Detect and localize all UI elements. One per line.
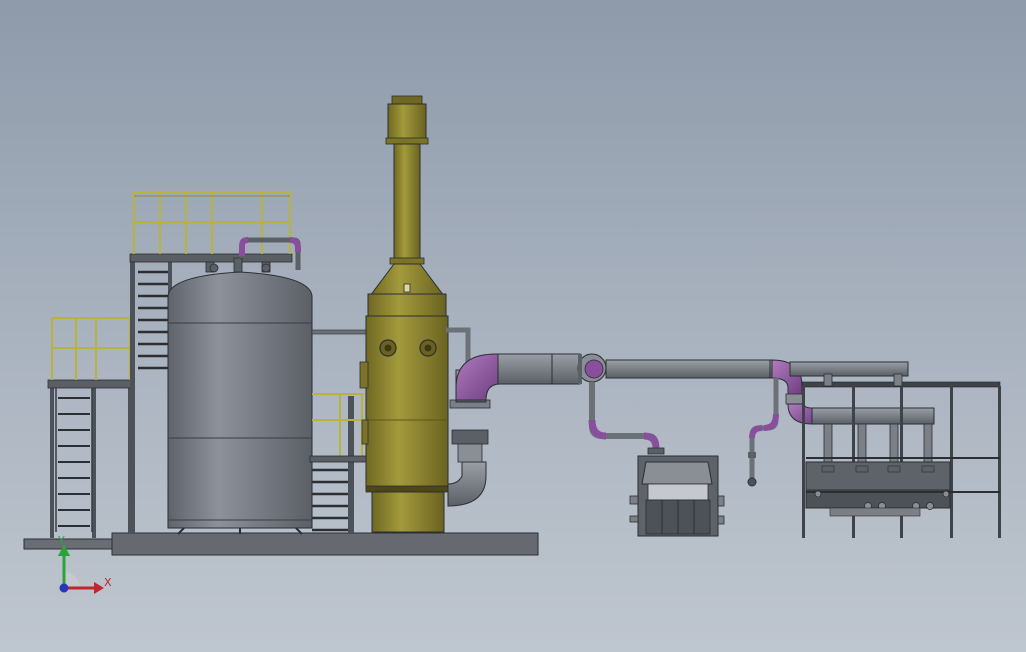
- y-axis-label: Y: [57, 534, 65, 547]
- mid-stair-platform: [309, 393, 367, 533]
- filter-unit[interactable]: [629, 455, 725, 537]
- x-axis-arrow: [94, 582, 104, 594]
- inlet-duct[interactable]: [447, 353, 581, 507]
- right-equipment-frame[interactable]: [801, 373, 1001, 538]
- branch-pipe-right: [747, 378, 779, 487]
- branch-pipe-left: [588, 382, 665, 455]
- main-duct[interactable]: [605, 359, 935, 425]
- tower-spray-pipe: [446, 327, 471, 368]
- left-lower-platform: [47, 317, 135, 538]
- base-skid: [23, 532, 539, 556]
- duct-tee: [577, 353, 607, 384]
- storage-tank[interactable]: [167, 257, 313, 535]
- model-scene[interactable]: Y X: [0, 0, 1026, 652]
- tank-tower-pipe: [311, 329, 373, 335]
- scrubber-tower[interactable]: [359, 95, 449, 533]
- x-axis-label: X: [104, 576, 112, 589]
- z-axis-dot: [59, 583, 69, 593]
- model-viewport[interactable]: Y X: [0, 0, 1026, 652]
